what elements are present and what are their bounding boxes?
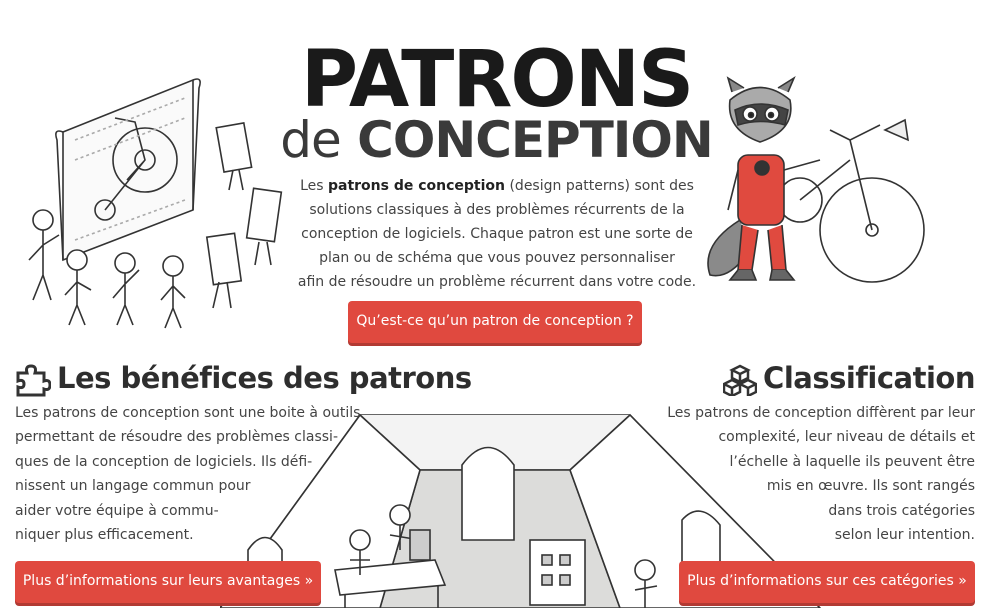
classification-line: Les patrons de conception diffèrent par … — [667, 405, 975, 421]
intro-line3: conception de logiciels. Chaque patron e… — [301, 226, 693, 242]
classification-more-button[interactable]: Plus d’informations sur ces catégories » — [679, 561, 975, 603]
subtitle-de: de — [280, 111, 341, 169]
benefits-line: permettant de résoudre des problèmes cla… — [15, 429, 338, 446]
intro-line2: solutions classiques à des problèmes réc… — [309, 202, 685, 218]
classification-line: complexité, leur niveau de détails et — [718, 429, 975, 446]
cubes-icon — [723, 364, 758, 396]
intro-prefix: Les — [300, 178, 328, 194]
benefits-line: aider votre équipe à commu- — [15, 502, 219, 519]
classification-line: selon leur intention. — [834, 527, 975, 544]
classification-heading: Classification — [723, 358, 975, 398]
benefits-line: ques de la conception de logiciels. Ils … — [15, 453, 313, 470]
benefits-more-button[interactable]: Plus d’informations sur leurs avantages … — [15, 561, 321, 603]
puzzle-icon — [16, 364, 51, 397]
intro-line4: plan ou de schéma que vous pouvez person… — [319, 250, 675, 266]
page-subtitle: de CONCEPTION — [0, 108, 993, 172]
classification-line: mis en œuvre. Ils sont rangés — [766, 478, 975, 495]
benefits-heading: Les bénéfices des patrons — [15, 358, 472, 398]
intro-line5: afin de résoudre un problème récurrent d… — [297, 274, 697, 290]
benefits-title: Les bénéfices des patrons — [57, 361, 472, 395]
classification-line: l’échelle à laquelle ils peuvent être — [729, 453, 975, 470]
benefits-line: nissent un langage commun pour — [15, 478, 251, 495]
intro-line1-rest: (design patterns) sont des — [505, 178, 694, 194]
benefits-text: Les patrons de conception sont une boite… — [15, 401, 365, 547]
classification-line: dans trois catégories — [828, 502, 975, 519]
what-is-pattern-button[interactable]: Qu’est-ce qu’un patron de conception ? — [348, 301, 642, 343]
benefits-line: Les patrons de conception sont une boite… — [15, 405, 361, 421]
subtitle-conception: CONCEPTION — [357, 111, 714, 169]
intro-bold-term: patrons de conception — [327, 178, 506, 194]
classification-text: Les patrons de conception diffèrent par … — [655, 401, 975, 547]
benefits-line: niquer plus efficacement. — [15, 527, 194, 544]
intro-paragraph: Les patrons de conception (design patter… — [297, 174, 697, 294]
classification-title: Classification — [763, 361, 975, 395]
